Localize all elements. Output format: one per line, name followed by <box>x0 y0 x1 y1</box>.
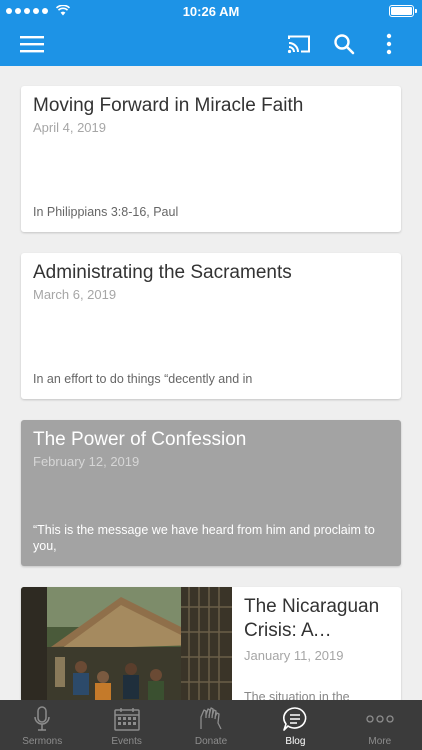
vertical-dots-icon[interactable] <box>375 30 403 58</box>
chat-bubble-icon <box>282 705 308 733</box>
tab-sermons[interactable]: Sermons <box>0 700 84 750</box>
tab-bar: Sermons Events Donate Blog More <box>0 700 422 750</box>
blog-post-card[interactable]: Moving Forward in Miracle Faith April 4,… <box>21 86 401 232</box>
post-title: Administrating the Sacraments <box>33 262 292 283</box>
tab-blog[interactable]: Blog <box>253 700 337 750</box>
post-thumbnail-image <box>21 587 232 702</box>
search-icon[interactable] <box>330 30 358 58</box>
blog-post-card-selected[interactable]: The Power of Confession February 12, 201… <box>21 420 401 566</box>
post-title: Moving Forward in Miracle Faith <box>33 95 304 116</box>
hands-icon <box>198 705 224 733</box>
post-title: The Power of Confession <box>33 429 247 450</box>
cast-icon[interactable] <box>285 30 313 58</box>
tab-label: Events <box>111 736 142 747</box>
microphone-icon <box>32 705 52 733</box>
post-text-block: The Nicaraguan Crisis: A Nation… January… <box>244 595 391 663</box>
nav-bar <box>0 22 422 66</box>
post-title: The Nicaraguan Crisis: A Nation… <box>244 596 380 641</box>
blog-post-card[interactable]: The Nicaraguan Crisis: A Nation… January… <box>21 587 401 702</box>
post-excerpt: In an effort to do things “decently and … <box>33 372 253 386</box>
tab-label: Sermons <box>22 736 63 747</box>
tab-events[interactable]: Events <box>84 700 168 750</box>
post-date: February 12, 2019 <box>33 454 140 469</box>
post-date: April 4, 2019 <box>33 120 106 135</box>
tab-label: Donate <box>194 736 228 747</box>
post-date: January 11, 2019 <box>244 648 344 663</box>
battery-icon <box>389 5 417 17</box>
horizontal-dots-icon <box>366 705 394 733</box>
hamburger-menu-icon[interactable] <box>18 30 46 58</box>
tab-label: More <box>368 736 392 747</box>
blog-post-card[interactable]: Administrating the Sacraments March 6, 2… <box>21 253 401 399</box>
tab-donate[interactable]: Donate <box>169 700 253 750</box>
post-date: March 6, 2019 <box>33 287 117 302</box>
tab-more[interactable]: More <box>338 700 422 750</box>
post-excerpt: “This is the message we have heard from … <box>33 523 375 553</box>
post-excerpt: In Philippians 3:8-16, Paul <box>33 205 179 219</box>
calendar-icon <box>113 705 140 733</box>
status-time: 10:26 AM <box>182 4 240 19</box>
tab-label: Blog <box>285 736 306 747</box>
status-bar: 10:26 AM <box>0 0 422 22</box>
